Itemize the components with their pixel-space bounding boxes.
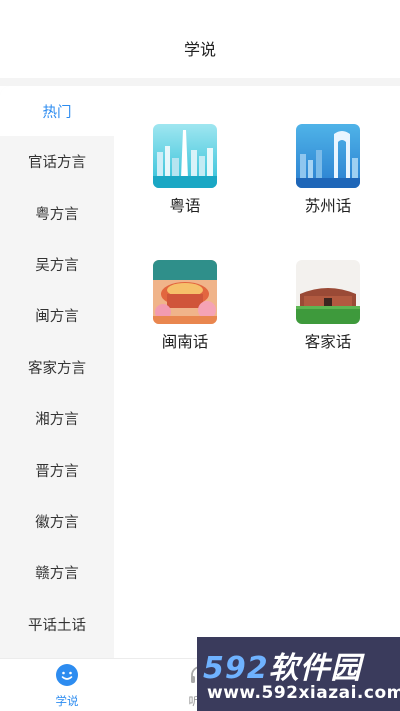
smile-icon: [55, 663, 79, 691]
tulou-illustration-icon: [153, 260, 217, 324]
sidebar-item-wu[interactable]: 吴方言: [0, 239, 114, 290]
hakka-tulou-icon: [296, 260, 360, 324]
sidebar-item-yue[interactable]: 粤方言: [0, 187, 114, 238]
dialect-label: 粤语: [169, 197, 201, 215]
sidebar-item-pinghua[interactable]: 平话土话: [0, 599, 114, 650]
watermark-logo: 592软件园: [203, 643, 362, 687]
dialect-card-cantonese[interactable]: 粤语: [130, 124, 240, 224]
dialect-label: 闽南话: [161, 333, 209, 351]
sidebar-item-hot[interactable]: 热门: [0, 86, 114, 136]
site-watermark: 592软件园 www.592xiazai.com: [197, 637, 400, 711]
guangzhou-skyline-icon: [153, 124, 217, 188]
page-title: 学说: [183, 40, 216, 59]
watermark-number: 592: [203, 651, 269, 686]
sidebar-item-xiang[interactable]: 湘方言: [0, 393, 114, 444]
watermark-brand: 软件园: [268, 651, 362, 686]
dialect-label: 苏州话: [304, 197, 352, 215]
dialect-card-suzhou[interactable]: 苏州话: [273, 124, 383, 224]
dialect-label: 客家话: [304, 333, 352, 351]
sidebar-item-gan[interactable]: 赣方言: [0, 547, 114, 598]
tab-label: 学说: [55, 694, 79, 708]
suzhou-gate-icon: [296, 124, 360, 188]
category-sidebar: 热门 官话方言 粤方言 吴方言 闽方言 客家方言 湘方言 晋方言 徽方言 赣方言…: [0, 86, 114, 658]
sidebar-item-min[interactable]: 闽方言: [0, 290, 114, 341]
watermark-url: www.592xiazai.com: [207, 683, 400, 703]
dialect-grid: 粤语 苏州话 闽南话 客家话: [114, 86, 400, 658]
content-panel: 热门 官话方言 粤方言 吴方言 闽方言 客家方言 湘方言 晋方言 徽方言 赣方言…: [0, 86, 400, 658]
header-divider: [0, 78, 400, 86]
top-bar: 学说: [0, 0, 400, 78]
dialect-card-minnan[interactable]: 闽南话: [130, 260, 240, 360]
dialect-card-hakka[interactable]: 客家话: [273, 260, 383, 360]
tab-learn-speak[interactable]: 学说: [27, 663, 107, 711]
sidebar-item-mandarin[interactable]: 官话方言: [0, 136, 114, 187]
sidebar-item-hui[interactable]: 徽方言: [0, 496, 114, 547]
sidebar-item-hakka[interactable]: 客家方言: [0, 342, 114, 393]
sidebar-item-jin[interactable]: 晋方言: [0, 444, 114, 495]
